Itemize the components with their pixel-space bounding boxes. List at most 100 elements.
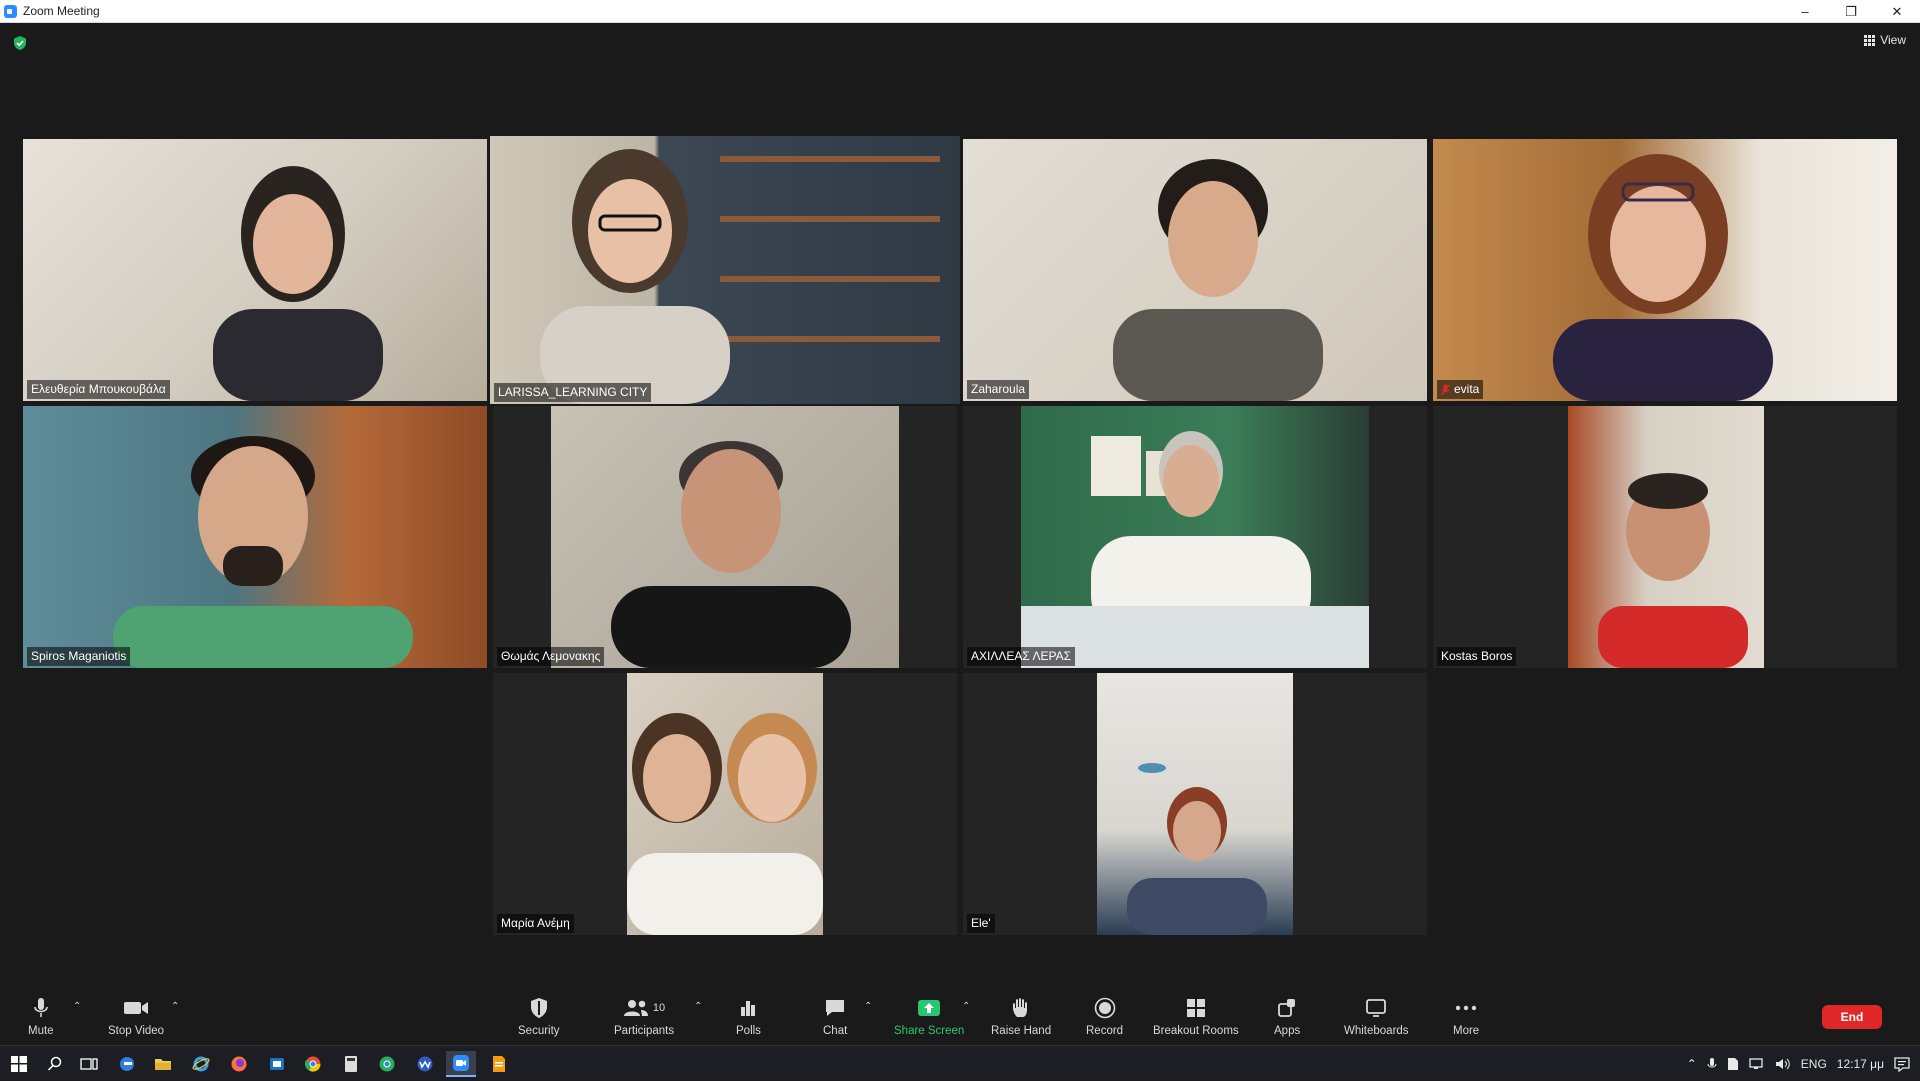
security-button[interactable]: Security bbox=[518, 995, 560, 1037]
close-button[interactable]: ✕ bbox=[1874, 0, 1920, 23]
document-app-icon[interactable] bbox=[484, 1051, 514, 1077]
participant-video bbox=[551, 406, 899, 668]
share-screen-label: Share Screen bbox=[894, 1025, 965, 1037]
mute-button[interactable]: Mute bbox=[28, 995, 54, 1037]
whiteboards-label: Whiteboards bbox=[1344, 1025, 1409, 1037]
view-label: View bbox=[1880, 33, 1906, 47]
restore-button[interactable]: ❐ bbox=[1828, 0, 1874, 23]
participants-icon bbox=[623, 1000, 648, 1016]
webex-icon[interactable] bbox=[410, 1051, 440, 1077]
participant-name: Μαρία Ανέμη bbox=[497, 914, 574, 933]
more-dots-icon bbox=[1455, 1005, 1477, 1011]
security-shield-icon bbox=[530, 998, 547, 1018]
os-taskbar: ⌃ ENG 12:17 μμ bbox=[0, 1045, 1920, 1080]
participant-tile[interactable]: Zaharoula bbox=[963, 139, 1427, 401]
participant-video bbox=[1021, 406, 1369, 668]
breakout-rooms-grid-icon bbox=[1186, 999, 1205, 1017]
participant-tile[interactable]: Ελευθερία Μπουκουβάλα bbox=[23, 139, 487, 401]
participant-tile[interactable]: Ele' bbox=[963, 673, 1427, 935]
polls-label: Polls bbox=[736, 1025, 761, 1037]
raise-hand-button[interactable]: Raise Hand bbox=[991, 995, 1051, 1037]
network-icon[interactable] bbox=[1749, 1057, 1765, 1071]
participant-name: Ele' bbox=[967, 914, 995, 933]
mute-label: Mute bbox=[28, 1025, 54, 1037]
window-title: Zoom Meeting bbox=[23, 4, 100, 18]
window-titlebar: Zoom Meeting – ❐ ✕ bbox=[0, 0, 1920, 23]
participant-name: ΑΧΙΛΛΕΑΣ ΛΕΡΑΣ bbox=[967, 647, 1076, 666]
breakout-rooms-label: Breakout Rooms bbox=[1153, 1025, 1239, 1037]
meeting-area: View Ελευθερία Μπουκουβάλα LARISSA_LEARN… bbox=[0, 23, 1920, 987]
chrome-profile-icon[interactable] bbox=[372, 1051, 402, 1077]
microphone-icon bbox=[33, 998, 48, 1017]
polls-bar-chart-icon bbox=[741, 1001, 756, 1016]
person-silhouette bbox=[611, 441, 851, 668]
participant-name-text: evita bbox=[1454, 382, 1480, 396]
breakout-rooms-button[interactable]: Breakout Rooms bbox=[1153, 995, 1239, 1037]
record-icon bbox=[1094, 997, 1115, 1019]
participant-name: LARISSA_LEARNING CITY bbox=[494, 383, 652, 402]
stop-video-button[interactable]: Stop Video bbox=[108, 995, 164, 1037]
calculator-icon[interactable] bbox=[336, 1051, 366, 1077]
file-explorer-icon[interactable] bbox=[148, 1051, 178, 1077]
participant-tile[interactable]: Θωμάς Λεμονακης bbox=[493, 406, 957, 668]
chat-button[interactable]: Chat bbox=[823, 995, 847, 1037]
apps-button[interactable]: Apps bbox=[1274, 995, 1300, 1037]
end-meeting-button[interactable]: End bbox=[1822, 1005, 1882, 1029]
participant-tile[interactable]: Μαρία Ανέμη bbox=[493, 673, 957, 935]
participant-video bbox=[627, 673, 823, 935]
share-options-caret-icon[interactable]: ⌃ bbox=[962, 1001, 970, 1012]
show-hidden-icons-chevron-icon[interactable]: ⌃ bbox=[1687, 1057, 1697, 1071]
participant-tile-active-speaker[interactable]: LARISSA_LEARNING CITY bbox=[490, 136, 960, 404]
edge-browser-icon[interactable] bbox=[112, 1051, 142, 1077]
chat-options-caret-icon[interactable]: ⌃ bbox=[864, 1001, 872, 1012]
firefox-icon[interactable] bbox=[224, 1051, 254, 1077]
notifications-icon[interactable] bbox=[1894, 1056, 1910, 1072]
participant-video bbox=[23, 406, 487, 668]
person-silhouette bbox=[1553, 154, 1773, 401]
task-view-icon[interactable] bbox=[74, 1051, 104, 1077]
security-label: Security bbox=[518, 1025, 560, 1037]
polls-button[interactable]: Polls bbox=[736, 995, 761, 1037]
zoom-taskbar-icon[interactable] bbox=[446, 1051, 476, 1077]
tray-notes-icon[interactable] bbox=[1727, 1057, 1739, 1071]
participant-name: Kostas Boros bbox=[1437, 647, 1517, 666]
outlook-icon[interactable] bbox=[262, 1051, 292, 1077]
grid-view-icon bbox=[1864, 34, 1876, 46]
participant-tile[interactable]: evita bbox=[1433, 139, 1897, 401]
audio-options-caret-icon[interactable]: ⌃ bbox=[73, 1001, 81, 1012]
minimize-button[interactable]: – bbox=[1782, 0, 1828, 23]
person-silhouette bbox=[540, 149, 940, 404]
video-options-caret-icon[interactable]: ⌃ bbox=[171, 1001, 179, 1012]
zoom-app-icon bbox=[4, 4, 17, 18]
share-screen-button[interactable]: Share Screen bbox=[894, 995, 964, 1037]
video-camera-icon bbox=[124, 1002, 149, 1014]
encryption-shield-icon[interactable] bbox=[12, 35, 28, 51]
participant-video bbox=[1433, 139, 1897, 401]
participants-options-caret-icon[interactable]: ⌃ bbox=[694, 1001, 702, 1012]
windows-start-icon[interactable] bbox=[4, 1051, 34, 1077]
input-language-indicator[interactable]: ENG bbox=[1801, 1057, 1827, 1071]
participant-name: Ελευθερία Μπουκουβάλα bbox=[27, 380, 170, 399]
system-clock[interactable]: 12:17 μμ bbox=[1837, 1057, 1884, 1071]
stop-video-label: Stop Video bbox=[108, 1025, 165, 1037]
participant-tile[interactable]: ΑΧΙΛΛΕΑΣ ΛΕΡΑΣ bbox=[963, 406, 1427, 668]
muted-mic-icon bbox=[1441, 384, 1450, 395]
chat-label: Chat bbox=[823, 1025, 848, 1037]
record-button[interactable]: Record bbox=[1086, 995, 1123, 1037]
volume-icon[interactable] bbox=[1775, 1057, 1791, 1071]
internet-explorer-icon[interactable] bbox=[186, 1051, 216, 1077]
whiteboards-button[interactable]: Whiteboards bbox=[1344, 995, 1409, 1037]
participants-button[interactable]: 10 Participants bbox=[614, 995, 674, 1037]
participant-tile[interactable]: Spiros Maganiotis bbox=[23, 406, 487, 668]
participant-tile[interactable]: Kostas Boros bbox=[1433, 406, 1897, 668]
search-icon[interactable] bbox=[40, 1051, 70, 1077]
participant-video bbox=[1568, 406, 1764, 668]
chrome-icon[interactable] bbox=[298, 1051, 328, 1077]
share-screen-arrow-icon bbox=[918, 1000, 941, 1016]
more-button[interactable]: More bbox=[1453, 995, 1479, 1037]
view-button[interactable]: View bbox=[1864, 33, 1906, 47]
whiteboard-icon bbox=[1366, 999, 1387, 1017]
tray-microphone-icon[interactable] bbox=[1707, 1057, 1717, 1071]
window-controls: – ❐ ✕ bbox=[1782, 0, 1920, 23]
person-silhouette bbox=[1113, 159, 1323, 401]
